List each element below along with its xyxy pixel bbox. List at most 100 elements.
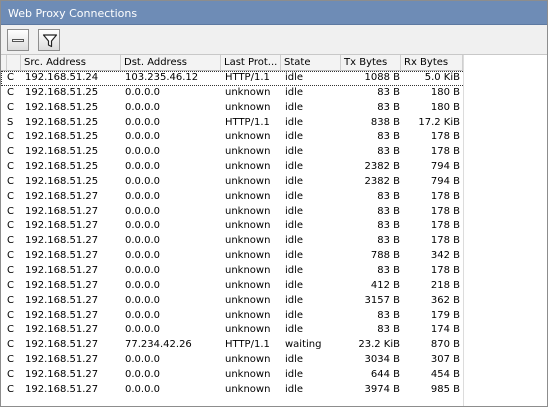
row-rx-bytes: 17.2 KiB xyxy=(418,116,460,128)
row-flag: C xyxy=(7,101,14,113)
row-flag: C xyxy=(7,205,14,217)
row-state: idle xyxy=(285,72,304,83)
row-dst-address: 77.234.42.26 xyxy=(125,339,192,351)
row-state: waiting xyxy=(285,339,322,351)
row-src-address: 192.168.51.24 xyxy=(25,72,99,83)
row-state: idle xyxy=(285,86,304,98)
row-flag: C xyxy=(7,220,14,232)
row-tx-bytes: 2382 B xyxy=(364,161,401,173)
header-tx-bytes[interactable]: Tx Bytes xyxy=(341,55,401,71)
row-src-address: 192.168.51.27 xyxy=(25,279,99,291)
minus-icon xyxy=(12,39,24,42)
row-last-protocol: HTTP/1.1 xyxy=(225,116,270,128)
row-last-protocol: unknown xyxy=(225,354,271,366)
row-rx-bytes: 5.0 KiB xyxy=(424,72,460,83)
row-last-protocol: HTTP/1.1 xyxy=(225,72,270,83)
row-rx-bytes: 180 B xyxy=(430,86,460,98)
row-flag: C xyxy=(7,175,14,187)
row-state: idle xyxy=(285,235,304,247)
row-rx-bytes: 794 B xyxy=(430,175,460,187)
row-src-address: 192.168.51.25 xyxy=(25,146,99,158)
row-tx-bytes: 83 B xyxy=(377,264,400,276)
header-flag[interactable] xyxy=(7,55,21,71)
row-dst-address: 0.0.0.0 xyxy=(125,383,160,395)
row-rx-bytes: 342 B xyxy=(430,250,460,262)
row-state: idle xyxy=(285,368,304,380)
row-last-protocol: unknown xyxy=(225,220,271,232)
row-last-protocol: unknown xyxy=(225,309,271,321)
row-last-protocol: HTTP/1.1 xyxy=(225,339,270,351)
row-last-protocol: unknown xyxy=(225,324,271,336)
row-state: idle xyxy=(285,324,304,336)
row-src-address: 192.168.51.25 xyxy=(25,86,99,98)
row-state: idle xyxy=(285,383,304,395)
header-state[interactable]: State xyxy=(281,55,341,71)
row-src-address: 192.168.51.27 xyxy=(25,339,99,351)
row-last-protocol: unknown xyxy=(225,235,271,247)
row-last-protocol: unknown xyxy=(225,131,271,143)
row-dst-address: 0.0.0.0 xyxy=(125,86,160,98)
row-dst-address: 0.0.0.0 xyxy=(125,250,160,262)
row-dst-address: 0.0.0.0 xyxy=(125,220,160,232)
row-tx-bytes: 83 B xyxy=(377,190,400,202)
row-state: idle xyxy=(285,161,304,173)
row-dst-address: 0.0.0.0 xyxy=(125,309,160,321)
header-rx-bytes[interactable]: Rx Bytes xyxy=(401,55,463,71)
row-state: idle xyxy=(285,354,304,366)
row-tx-bytes: 83 B xyxy=(377,131,400,143)
row-rx-bytes: 178 B xyxy=(430,131,460,143)
row-src-address: 192.168.51.27 xyxy=(25,294,99,306)
row-dst-address: 0.0.0.0 xyxy=(125,264,160,276)
header-dst-address[interactable]: Dst. Address xyxy=(121,55,221,71)
row-tx-bytes: 83 B xyxy=(377,324,400,336)
row-state: idle xyxy=(285,175,304,187)
row-last-protocol: unknown xyxy=(225,101,271,113)
row-rx-bytes: 178 B xyxy=(430,205,460,217)
header-src-address[interactable]: Src. Address xyxy=(21,55,121,71)
row-tx-bytes: 83 B xyxy=(377,205,400,217)
window-title: Web Proxy Connections xyxy=(8,7,138,20)
row-rx-bytes: 178 B xyxy=(430,264,460,276)
row-dst-address: 0.0.0.0 xyxy=(125,101,160,113)
row-tx-bytes: 83 B xyxy=(377,86,400,98)
row-tx-bytes: 412 B xyxy=(370,279,400,291)
row-src-address: 192.168.51.25 xyxy=(25,101,99,113)
row-src-address: 192.168.51.27 xyxy=(25,190,99,202)
row-flag: C xyxy=(7,190,14,202)
row-state: idle xyxy=(285,101,304,113)
row-tx-bytes: 3974 B xyxy=(364,383,401,395)
row-last-protocol: unknown xyxy=(225,205,271,217)
row-src-address: 192.168.51.27 xyxy=(25,205,99,217)
row-rx-bytes: 454 B xyxy=(430,368,460,380)
row-last-protocol: unknown xyxy=(225,190,271,202)
row-state: idle xyxy=(285,205,304,217)
row-rx-bytes: 178 B xyxy=(430,220,460,232)
row-src-address: 192.168.51.25 xyxy=(25,131,99,143)
row-flag: C xyxy=(7,72,14,83)
title-bar[interactable]: Web Proxy Connections xyxy=(1,1,547,25)
row-flag: C xyxy=(7,309,14,321)
row-dst-address: 0.0.0.0 xyxy=(125,205,160,217)
row-dst-address: 0.0.0.0 xyxy=(125,354,160,366)
filter-button[interactable] xyxy=(38,29,60,51)
remove-button[interactable] xyxy=(7,29,29,51)
row-last-protocol: unknown xyxy=(225,264,271,276)
toolbar xyxy=(1,25,547,55)
row-rx-bytes: 307 B xyxy=(430,354,460,366)
header-last-protocol[interactable]: Last Prot... xyxy=(221,55,281,71)
row-rx-bytes: 178 B xyxy=(430,146,460,158)
row-flag: C xyxy=(7,324,14,336)
row-flag: C xyxy=(7,294,14,306)
row-rx-bytes: 870 B xyxy=(430,339,460,351)
row-dst-address: 0.0.0.0 xyxy=(125,161,160,173)
row-rx-bytes: 794 B xyxy=(430,161,460,173)
row-dst-address: 0.0.0.0 xyxy=(125,279,160,291)
row-dst-address: 0.0.0.0 xyxy=(125,190,160,202)
row-dst-address: 103.235.46.12 xyxy=(125,72,199,83)
row-flag: C xyxy=(7,383,14,395)
web-proxy-connections-window: Web Proxy Connections Src. Address Dst. … xyxy=(0,0,548,407)
row-rx-bytes: 174 B xyxy=(430,324,460,336)
row-dst-address: 0.0.0.0 xyxy=(125,235,160,247)
row-last-protocol: unknown xyxy=(225,250,271,262)
row-src-address: 192.168.51.27 xyxy=(25,309,99,321)
